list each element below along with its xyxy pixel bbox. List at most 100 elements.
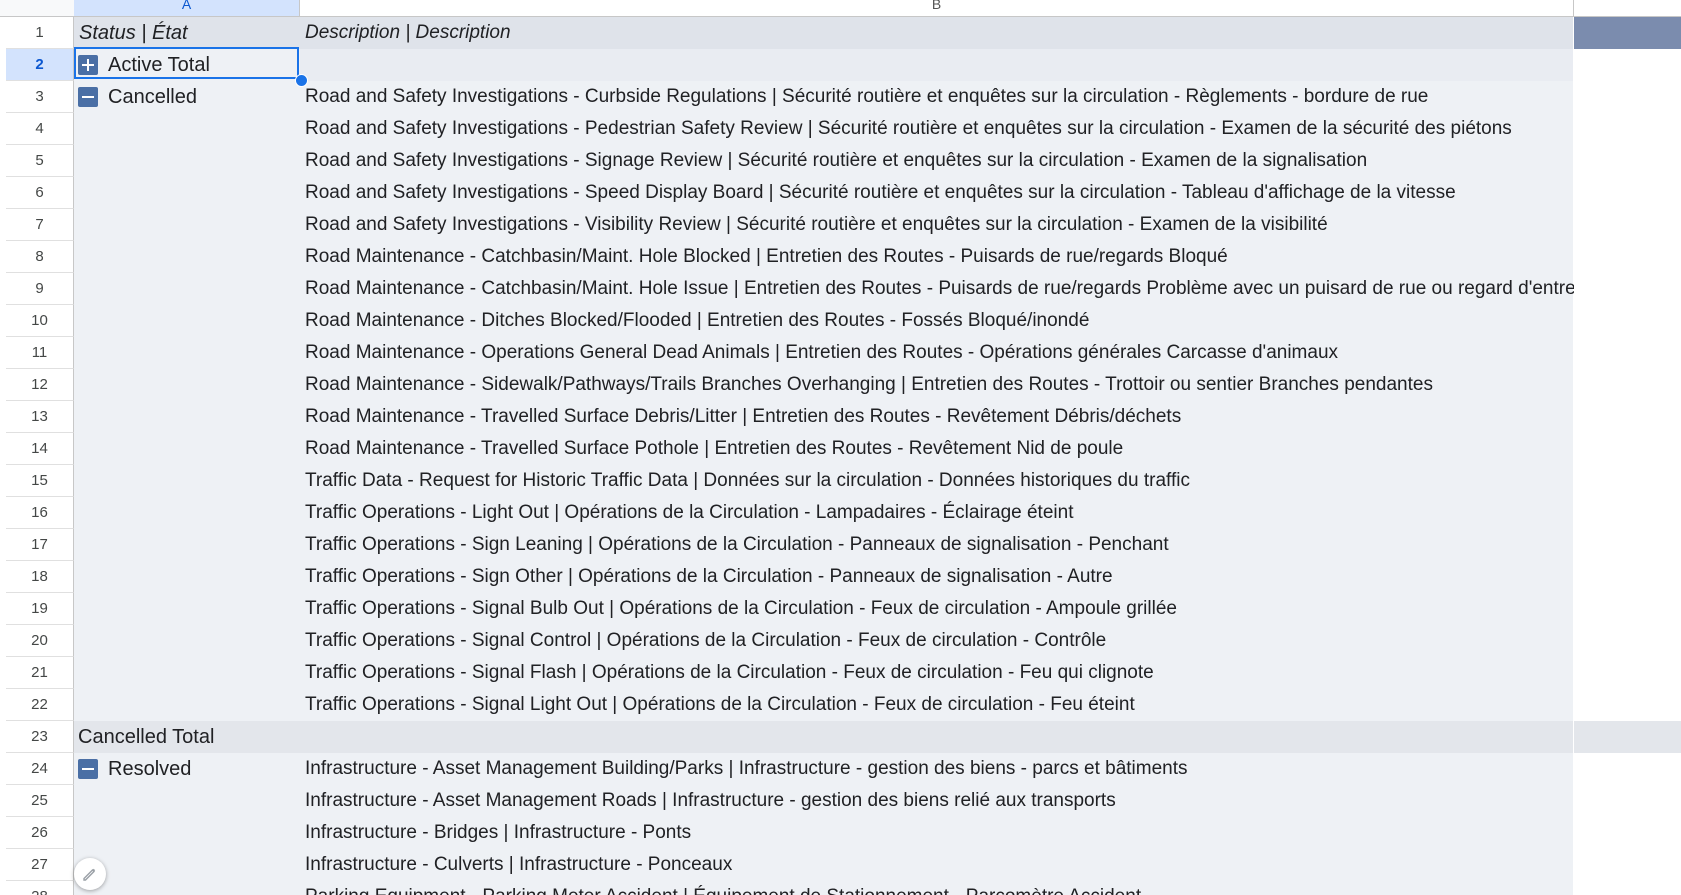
row-number[interactable]: 6 (6, 177, 74, 209)
column-c-cell[interactable] (1574, 657, 1681, 689)
description-cell[interactable]: Infrastructure - Culverts | Infrastructu… (300, 849, 1573, 881)
column-c-cell[interactable] (1574, 49, 1681, 81)
column-c-cell[interactable] (1574, 401, 1681, 433)
column-c-cell[interactable] (1574, 881, 1681, 895)
column-c-cell[interactable] (1574, 305, 1681, 337)
column-c-cell[interactable] (1574, 241, 1681, 273)
row-number[interactable]: 20 (6, 625, 74, 657)
column-c-cell[interactable] (1574, 817, 1681, 849)
edit-button[interactable] (74, 858, 106, 890)
status-cell[interactable]: Status | État (74, 17, 300, 49)
column-c-cell[interactable] (1574, 273, 1681, 305)
column-c-cell[interactable] (1574, 753, 1681, 785)
status-cell[interactable] (74, 625, 300, 657)
row-number[interactable]: 16 (6, 497, 74, 529)
status-cell[interactable] (74, 593, 300, 625)
row-number[interactable]: 18 (6, 561, 74, 593)
row-number[interactable]: 22 (6, 689, 74, 721)
status-cell[interactable]: Resolved (74, 753, 300, 785)
fill-handle[interactable] (295, 74, 308, 87)
column-c-cell[interactable] (1574, 625, 1681, 657)
column-c-cell[interactable] (1574, 465, 1681, 497)
column-c-cell[interactable] (1574, 785, 1681, 817)
description-cell[interactable] (300, 721, 1573, 753)
description-cell[interactable]: Road Maintenance - Sidewalk/Pathways/Tra… (300, 369, 1573, 401)
row-number[interactable]: 21 (6, 657, 74, 689)
status-cell[interactable] (74, 817, 300, 849)
description-cell[interactable]: Road Maintenance - Catchbasin/Maint. Hol… (300, 241, 1573, 273)
status-cell[interactable] (74, 433, 300, 465)
row-number[interactable]: 27 (6, 849, 74, 881)
status-cell[interactable]: Cancelled (74, 81, 300, 113)
description-cell[interactable]: Road Maintenance - Travelled Surface Pot… (300, 433, 1573, 465)
column-c-cell[interactable] (1574, 689, 1681, 721)
status-cell[interactable] (74, 849, 300, 881)
description-cell[interactable]: Road and Safety Investigations - Curbsid… (300, 81, 1573, 113)
description-cell[interactable]: Road and Safety Investigations - Pedestr… (300, 113, 1573, 145)
row-number[interactable]: 10 (6, 305, 74, 337)
description-cell[interactable]: Road Maintenance - Operations General De… (300, 337, 1573, 369)
row-number[interactable]: 11 (6, 337, 74, 369)
row-number[interactable]: 26 (6, 817, 74, 849)
column-c-cell[interactable] (1574, 81, 1681, 113)
status-cell[interactable] (74, 401, 300, 433)
status-cell[interactable] (74, 465, 300, 497)
description-cell[interactable]: Infrastructure - Asset Management Buildi… (300, 753, 1573, 785)
status-cell[interactable] (74, 241, 300, 273)
status-cell[interactable] (74, 529, 300, 561)
row-number[interactable]: 5 (6, 145, 74, 177)
row-number[interactable]: 4 (6, 113, 74, 145)
status-cell[interactable] (74, 273, 300, 305)
column-c-cell[interactable] (1574, 433, 1681, 465)
row-number[interactable]: 17 (6, 529, 74, 561)
row-number[interactable]: 14 (6, 433, 74, 465)
status-cell[interactable] (74, 497, 300, 529)
row-number[interactable]: 15 (6, 465, 74, 497)
minus-box-icon[interactable] (78, 759, 98, 779)
row-number[interactable]: 9 (6, 273, 74, 305)
column-c-cell[interactable] (1574, 561, 1681, 593)
column-header-c[interactable] (1574, 0, 1681, 16)
row-number[interactable]: 12 (6, 369, 74, 401)
status-cell[interactable] (74, 177, 300, 209)
description-cell[interactable]: Infrastructure - Bridges | Infrastructur… (300, 817, 1573, 849)
column-c-cell[interactable] (1574, 497, 1681, 529)
row-number[interactable]: 1 (6, 17, 74, 49)
column-c-cell[interactable] (1574, 529, 1681, 561)
description-cell[interactable]: Road Maintenance - Catchbasin/Maint. Hol… (300, 273, 1606, 305)
column-header-b[interactable]: B (300, 0, 1574, 16)
status-cell[interactable] (74, 209, 300, 241)
column-c-cell[interactable] (1574, 145, 1681, 177)
column-c-cell[interactable] (1574, 177, 1681, 209)
row-number[interactable]: 23 (6, 721, 74, 753)
description-cell[interactable]: Road Maintenance - Ditches Blocked/Flood… (300, 305, 1573, 337)
status-cell[interactable] (74, 145, 300, 177)
select-all-corner[interactable] (0, 0, 75, 16)
minus-box-icon[interactable] (78, 87, 98, 107)
description-cell[interactable]: Road Maintenance - Travelled Surface Deb… (300, 401, 1573, 433)
description-cell[interactable]: Infrastructure - Asset Management Roads … (300, 785, 1573, 817)
row-number[interactable]: 13 (6, 401, 74, 433)
column-header-a[interactable]: A (74, 0, 300, 16)
column-c-cell[interactable] (1574, 113, 1681, 145)
column-c-cell[interactable] (1574, 721, 1681, 753)
description-cell[interactable] (300, 49, 1573, 81)
column-c-cell[interactable] (1574, 337, 1681, 369)
status-cell[interactable] (74, 113, 300, 145)
column-c-cell[interactable] (1574, 849, 1681, 881)
description-cell[interactable]: Traffic Operations - Light Out | Opérati… (300, 497, 1573, 529)
row-number[interactable]: 8 (6, 241, 74, 273)
row-number[interactable]: 7 (6, 209, 74, 241)
description-cell[interactable]: Traffic Operations - Sign Leaning | Opér… (300, 529, 1573, 561)
status-cell[interactable] (74, 881, 300, 895)
row-number[interactable]: 3 (6, 81, 74, 113)
description-cell[interactable]: Traffic Operations - Signal Bulb Out | O… (300, 593, 1573, 625)
description-cell[interactable]: Traffic Operations - Signal Flash | Opér… (300, 657, 1573, 689)
description-cell[interactable]: Road and Safety Investigations - Visibil… (300, 209, 1573, 241)
row-number[interactable]: 28 (6, 881, 74, 895)
description-cell[interactable]: Traffic Operations - Sign Other | Opérat… (300, 561, 1573, 593)
description-cell[interactable]: Description | Description (300, 17, 1573, 49)
column-c-cell[interactable] (1574, 17, 1681, 49)
status-cell[interactable] (74, 305, 300, 337)
column-c-cell[interactable] (1574, 209, 1681, 241)
